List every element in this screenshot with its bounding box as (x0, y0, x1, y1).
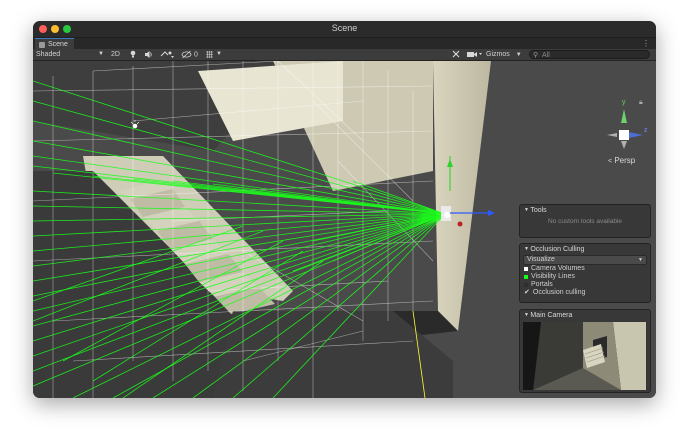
search-placeholder: All (542, 52, 550, 59)
tools-icon[interactable] (451, 49, 461, 60)
chevron-down-icon: ▼ (98, 51, 104, 57)
search-icon: ⚲ (533, 52, 539, 59)
main-camera-overlay: Main Camera (519, 309, 651, 393)
window-title: Scene (331, 23, 358, 33)
option-camera-volumes[interactable]: Camera Volumes (520, 265, 650, 273)
option-portals[interactable]: Portals (520, 281, 650, 289)
option-visibility-lines[interactable]: Visibility Lines (520, 273, 650, 281)
gizmos-label: Gizmos (486, 51, 510, 58)
toggle-label: Occlusion culling (532, 289, 586, 296)
light-bulb-icon[interactable] (129, 49, 137, 60)
gizmos-dropdown[interactable]: Gizmos ▼ (486, 49, 522, 60)
effects-icon[interactable] (160, 49, 174, 60)
tab-bar: Scene ⋮ (33, 38, 656, 50)
kebab-menu-icon[interactable]: ⋮ (642, 39, 650, 48)
y-axis-label: y (622, 99, 626, 106)
2d-label: 2D (111, 51, 120, 58)
hidden-objects-toggle[interactable]: 0 (181, 49, 198, 60)
camera-volumes-swatch (524, 267, 528, 271)
option-label: Visibility Lines (531, 273, 575, 280)
option-label: Camera Volumes (531, 265, 585, 272)
hidden-count: 0 (193, 51, 198, 59)
title-bar: Scene (33, 21, 656, 38)
tools-overlay: Tools No custom tools available (519, 204, 651, 238)
grid-chevron-down-icon[interactable]: ▼ (216, 49, 222, 60)
occlusion-mode-dropdown[interactable]: Visualize ▼ (523, 255, 647, 265)
grid-icon[interactable] (205, 49, 214, 60)
scene-tab-icon (39, 41, 45, 48)
occlusion-title[interactable]: Occlusion Culling (520, 244, 650, 255)
projection-lines-icon: < (608, 158, 613, 165)
camera-icon[interactable] (466, 49, 482, 60)
visibility-lines-swatch (524, 275, 528, 279)
occlusion-culling-overlay: Occlusion Culling Visualize ▼ Camera Vol… (519, 243, 651, 303)
portals-swatch (524, 283, 528, 287)
draw-mode-dropdown[interactable]: Shaded ▼ (36, 49, 104, 60)
gizmo-lock-icon[interactable]: 🔒︎ (639, 99, 643, 107)
draw-mode-label: Shaded (36, 51, 61, 58)
chevron-down-icon: ▼ (638, 257, 643, 263)
occlusion-mode-label: Visualize (527, 256, 555, 263)
camera-title[interactable]: Main Camera (520, 310, 650, 321)
tools-note: No custom tools available (547, 218, 623, 225)
option-label: Portals (531, 281, 553, 288)
camera-preview (523, 322, 646, 390)
projection-label: Persp (614, 156, 636, 165)
occlusion-culling-toggle[interactable]: ✔ Occlusion culling (520, 289, 650, 297)
scene-toolbar: Shaded ▼ 2D 0 ▼ Gizmos ▼ ⚲ All (33, 49, 656, 61)
gizmos-chevron-down-icon: ▼ (515, 52, 522, 58)
2d-toggle-button[interactable]: 2D (111, 49, 120, 60)
orientation-axes-icon (607, 109, 643, 149)
checkmark-icon: ✔ (524, 289, 530, 296)
projection-toggle[interactable]: < Persp (608, 156, 635, 165)
camera-preview-image (523, 322, 646, 390)
scene-window: Scene Scene ⋮ Shaded ▼ 2D 0 ▼ Gizmos ▼ ⚲… (33, 21, 656, 398)
search-input[interactable]: ⚲ All (529, 50, 650, 59)
tools-title[interactable]: Tools (520, 205, 650, 216)
z-axis-label: z (644, 127, 648, 134)
speaker-icon[interactable] (144, 49, 153, 60)
scene-viewport[interactable]: y z 🔒︎ < Persp Tools No custom tools ava… (33, 61, 656, 398)
